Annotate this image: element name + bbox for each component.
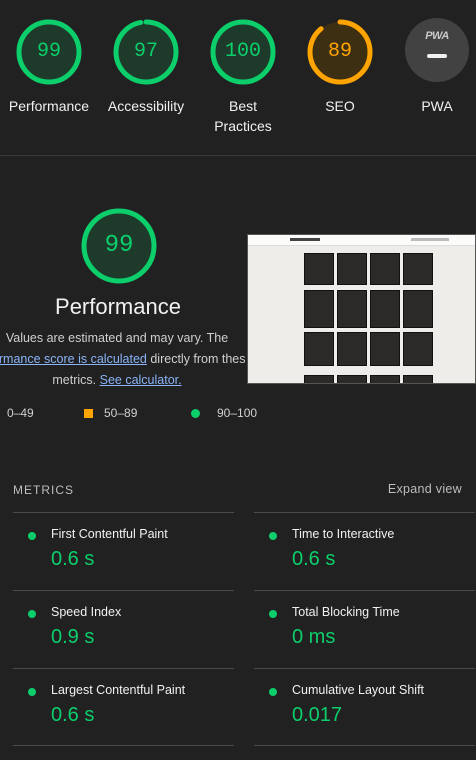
gauge-label: SEO — [325, 98, 355, 114]
legend-fail: 0–49 — [7, 405, 34, 421]
metric-value: 0.6 s — [51, 548, 95, 570]
metric-time-to-interactive: Time to Interactive 0.6 s — [254, 512, 475, 591]
thumbnail-card — [304, 253, 334, 285]
metric-value: 0.9 s — [51, 626, 95, 648]
performance-gauge: 99 — [79, 206, 159, 286]
gauge-best-practices[interactable]: 100 Best Practices — [195, 18, 291, 136]
desc-text: metrics. — [52, 373, 100, 387]
gauge-performance[interactable]: 99 Performance — [1, 18, 97, 116]
thumbnail-card — [337, 253, 367, 285]
thumbnail-card — [370, 290, 400, 328]
desc-text: Values are estimated and may vary. The — [5, 331, 229, 345]
thumbnail-card — [370, 332, 400, 366]
pass-dot-icon — [269, 610, 277, 618]
pass-dot-icon — [28, 688, 36, 696]
pass-dot-icon — [269, 688, 277, 696]
thumbnail-card — [403, 253, 433, 285]
metrics-divider — [13, 745, 234, 746]
legend-fail-label: 0–49 — [7, 406, 34, 420]
metric-name: First Contentful Paint — [51, 527, 168, 541]
pass-dot-icon — [28, 532, 36, 540]
metric-first-contentful-paint: First Contentful Paint 0.6 s — [13, 512, 234, 591]
metric-total-blocking-time: Total Blocking Time 0 ms — [254, 590, 475, 669]
performance-score: 99 — [104, 232, 134, 259]
gauge-pwa[interactable]: PWA PWA — [389, 18, 476, 116]
metric-name: Total Blocking Time — [292, 605, 400, 619]
metrics-heading: METRICS — [13, 483, 74, 497]
legend-average: 50–89 — [84, 405, 137, 421]
metric-value: 0.6 s — [292, 548, 336, 570]
pwa-dash-icon — [427, 54, 447, 58]
metric-cumulative-layout-shift: Cumulative Layout Shift 0.017 — [254, 668, 475, 747]
metric-name: Time to Interactive — [292, 527, 395, 541]
metric-name: Cumulative Layout Shift — [292, 683, 425, 697]
gauge-score: 89 — [327, 40, 352, 63]
gauge-accessibility[interactable]: 97 Accessibility — [98, 18, 194, 116]
metric-value: 0.6 s — [51, 704, 95, 726]
pwa-badge-icon: PWA — [405, 18, 469, 82]
metric-name: Largest Contentful Paint — [51, 683, 186, 697]
gauge-score: 97 — [133, 40, 158, 63]
pass-dot-icon — [191, 409, 200, 418]
thumbnail-card — [337, 375, 367, 383]
gauge-label: Accessibility — [107, 98, 185, 114]
thumbnail-card — [370, 253, 400, 285]
score-summary-row: 99 Performance 97 Accessibility 100 Best… — [0, 0, 476, 156]
thumbnail-card — [403, 332, 433, 366]
gauge-score: 100 — [224, 40, 261, 63]
thumbnail-card — [337, 290, 367, 328]
desc-text: directly from thes — [146, 352, 246, 366]
pass-dot-icon — [269, 532, 277, 540]
pwa-badge-text: PWA — [425, 30, 449, 42]
pass-dot-icon — [28, 610, 36, 618]
metric-value: 0 ms — [292, 626, 336, 648]
gauge-label: Performance — [8, 98, 90, 114]
thumbnail-header — [248, 235, 475, 246]
performance-title: Performance — [55, 294, 181, 319]
gauge-label: PWA — [421, 98, 453, 114]
legend-average-label: 50–89 — [104, 406, 138, 420]
metric-largest-contentful-paint: Largest Contentful Paint 0.6 s — [13, 668, 234, 747]
expand-view-button[interactable]: Expand view — [388, 482, 462, 496]
legend-pass-label: 90–100 — [217, 406, 258, 420]
thumbnail-card — [370, 375, 400, 383]
metrics-divider — [254, 745, 475, 746]
thumbnail-card — [403, 290, 433, 328]
gauge-seo[interactable]: 89 SEO — [292, 18, 388, 116]
average-square-icon — [84, 409, 93, 418]
gauge-label: Best Practices — [214, 98, 272, 134]
score-calculated-link[interactable]: formance score is calculated — [0, 352, 147, 366]
metric-value: 0.017 — [292, 704, 343, 726]
performance-description: Values are estimated and may vary. The f… — [0, 328, 248, 391]
thumbnail-card — [337, 332, 367, 366]
final-screenshot-thumbnail[interactable] — [247, 234, 476, 384]
metric-speed-index: Speed Index 0.9 s — [13, 590, 234, 669]
metric-name: Speed Index — [51, 605, 122, 619]
legend-pass: 90–100 — [191, 405, 257, 421]
thumbnail-card — [304, 375, 334, 383]
gauge-score: 99 — [36, 40, 61, 63]
thumbnail-card — [403, 375, 433, 383]
thumbnail-card — [304, 332, 334, 366]
see-calculator-link[interactable]: See calculator. — [100, 373, 182, 387]
thumbnail-card — [304, 290, 334, 328]
